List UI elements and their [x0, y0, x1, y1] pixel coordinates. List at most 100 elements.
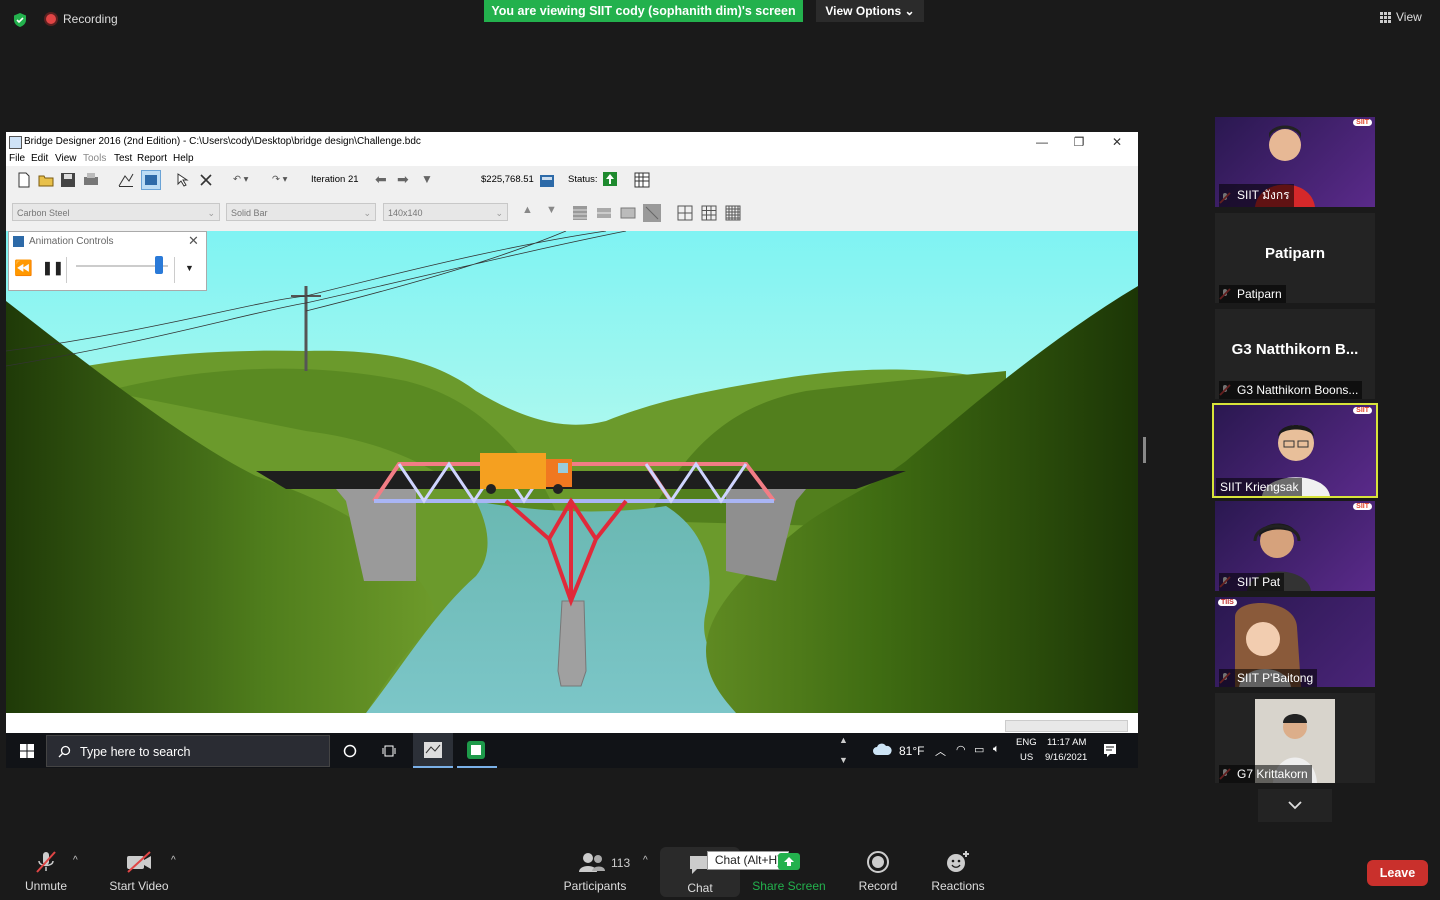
- participant-tile-6[interactable]: TIIS SIIT P'Baitong: [1215, 597, 1375, 687]
- horizontal-scrollbar[interactable]: [1005, 720, 1128, 732]
- table-icon[interactable]: [633, 171, 651, 189]
- participant-tile-1[interactable]: SIIT SIIT มังกร: [1215, 117, 1375, 207]
- material-select[interactable]: Carbon Steel ⌄: [12, 203, 220, 221]
- animation-controls-panel[interactable]: Animation Controls ✕ ⏪ ❚❚ ▼: [8, 231, 207, 291]
- muted-mic-icon: [36, 851, 56, 873]
- menu-test[interactable]: Test: [114, 153, 132, 164]
- record-button[interactable]: Record: [856, 850, 900, 893]
- drawing-board-icon[interactable]: [117, 171, 135, 189]
- participant-tile-5[interactable]: SIIT SIIT Pat: [1215, 501, 1375, 591]
- chevron-down-icon: [1288, 801, 1302, 810]
- chevron-down-icon: ⌄: [207, 208, 215, 218]
- security-shield-icon[interactable]: [12, 12, 28, 28]
- reactions-icon: [947, 851, 969, 872]
- grid-fine-icon[interactable]: [724, 204, 742, 222]
- leave-button[interactable]: Leave: [1367, 860, 1428, 886]
- member-list-icon[interactable]: [571, 204, 589, 222]
- delete-icon[interactable]: [197, 171, 215, 189]
- participant-tile-4-active[interactable]: SIIT SIIT Kriengsak: [1212, 403, 1378, 498]
- share-screen-button[interactable]: Share Screen: [752, 850, 826, 893]
- language-bottom[interactable]: US: [1020, 752, 1033, 763]
- clock-time[interactable]: 11:17 AM: [1047, 737, 1086, 748]
- menu-tools[interactable]: Tools: [83, 153, 106, 164]
- language-top[interactable]: ENG: [1016, 737, 1037, 748]
- audio-options-caret-icon[interactable]: ^: [73, 855, 78, 866]
- arrow-right-icon[interactable]: ➡: [397, 171, 409, 188]
- member-box-icon[interactable]: [619, 204, 637, 222]
- video-options-caret-icon[interactable]: ^: [171, 855, 176, 866]
- member-slash-icon[interactable]: [643, 204, 661, 222]
- restore-icon[interactable]: ❐: [1064, 133, 1094, 151]
- participant-name: SIIT มังกร: [1219, 184, 1294, 207]
- participants-count: 113: [611, 856, 631, 870]
- menu-help[interactable]: Help: [173, 153, 194, 164]
- redo-icon[interactable]: ↷ ▾: [272, 174, 287, 185]
- window-titlebar[interactable]: Bridge Designer 2016 (2nd Edition) - C:\…: [6, 132, 1138, 152]
- menu-view[interactable]: View: [55, 153, 77, 164]
- taskbar-app-green[interactable]: [457, 733, 497, 768]
- recording-label[interactable]: Recording: [63, 12, 118, 26]
- open-folder-icon[interactable]: [37, 171, 55, 189]
- notification-icon[interactable]: [1103, 743, 1117, 757]
- task-view-icon[interactable]: [382, 744, 397, 758]
- grid-icon: [1380, 11, 1391, 23]
- new-file-icon[interactable]: [15, 171, 33, 189]
- undo-icon[interactable]: ↶ ▾: [233, 174, 248, 185]
- size-select[interactable]: 140x140 ⌄: [383, 203, 508, 221]
- app-green-icon: [467, 741, 485, 759]
- chevron-up-icon[interactable]: ︿: [935, 743, 946, 759]
- increase-size-icon[interactable]: ▲: [522, 204, 533, 216]
- windows-start-icon[interactable]: [20, 744, 34, 758]
- start-video-button[interactable]: Start Video: [106, 850, 172, 893]
- participant-name: SIIT Pat: [1219, 573, 1285, 591]
- arrow-down-icon[interactable]: ▼: [421, 172, 433, 186]
- weather-temp[interactable]: 81°F: [899, 744, 924, 758]
- decrease-size-icon[interactable]: ▼: [546, 204, 557, 216]
- save-icon[interactable]: [59, 171, 77, 189]
- close-icon[interactable]: ✕: [188, 233, 199, 249]
- grid-coarse-icon[interactable]: [676, 204, 694, 222]
- participants-options-caret-icon[interactable]: ^: [643, 855, 648, 866]
- participant-tile-2[interactable]: Patiparn Patiparn: [1215, 213, 1375, 303]
- arrow-left-icon[interactable]: ⬅: [375, 171, 387, 188]
- participant-tile-3[interactable]: G3 Natthikorn B... G3 Natthikorn Boons..…: [1215, 309, 1375, 399]
- view-options-button[interactable]: View Options ⌄: [816, 0, 924, 22]
- taskbar-app-bridge-designer[interactable]: [413, 733, 453, 768]
- menu-edit[interactable]: Edit: [31, 153, 48, 164]
- pause-icon[interactable]: ❚❚: [42, 260, 64, 276]
- scroll-participants-down-button[interactable]: [1258, 789, 1332, 822]
- scroll-down-icon[interactable]: ▼: [839, 755, 848, 765]
- rewind-icon[interactable]: ⏪: [14, 259, 33, 277]
- participant-name: Patiparn: [1219, 285, 1286, 303]
- shared-screen[interactable]: Bridge Designer 2016 (2nd Edition) - C:\…: [6, 132, 1138, 768]
- bridge-3d-scene[interactable]: [6, 231, 1138, 713]
- reactions-button[interactable]: Reactions: [930, 850, 986, 893]
- menu-file[interactable]: File: [9, 153, 25, 164]
- load-test-icon[interactable]: [141, 170, 161, 190]
- participant-name: SIIT Kriengsak: [1216, 478, 1303, 496]
- participant-display-name: Patiparn: [1264, 245, 1325, 262]
- scroll-up-icon[interactable]: ▲: [839, 735, 848, 745]
- speed-slider-thumb[interactable]: [154, 256, 163, 274]
- grid-medium-icon[interactable]: [700, 204, 718, 222]
- participant-tile-7[interactable]: G7 Krittakorn: [1215, 693, 1375, 783]
- volume-icon[interactable]: 🔈︎: [993, 743, 1000, 756]
- member-table-icon[interactable]: [595, 204, 613, 222]
- view-button[interactable]: View: [1380, 10, 1422, 24]
- section-select[interactable]: Solid Bar ⌄: [226, 203, 376, 221]
- taskbar-search-box[interactable]: Type here to search: [46, 735, 330, 767]
- start-video-label: Start Video: [109, 879, 169, 893]
- calculator-icon[interactable]: [538, 172, 556, 190]
- minimize-icon[interactable]: —: [1027, 133, 1057, 151]
- dropdown-icon[interactable]: ▼: [185, 263, 194, 273]
- wifi-icon[interactable]: ◠: [956, 743, 966, 756]
- close-icon[interactable]: ✕: [1102, 133, 1132, 151]
- battery-icon[interactable]: ▭: [974, 743, 984, 756]
- splitter-handle[interactable]: [1143, 437, 1146, 463]
- unmute-button[interactable]: Unmute: [22, 850, 70, 893]
- clock-date[interactable]: 9/16/2021: [1045, 752, 1087, 763]
- menu-report[interactable]: Report: [137, 153, 167, 164]
- print-icon[interactable]: [82, 171, 100, 189]
- select-tool-icon[interactable]: [174, 171, 192, 189]
- cortana-icon[interactable]: [343, 744, 357, 758]
